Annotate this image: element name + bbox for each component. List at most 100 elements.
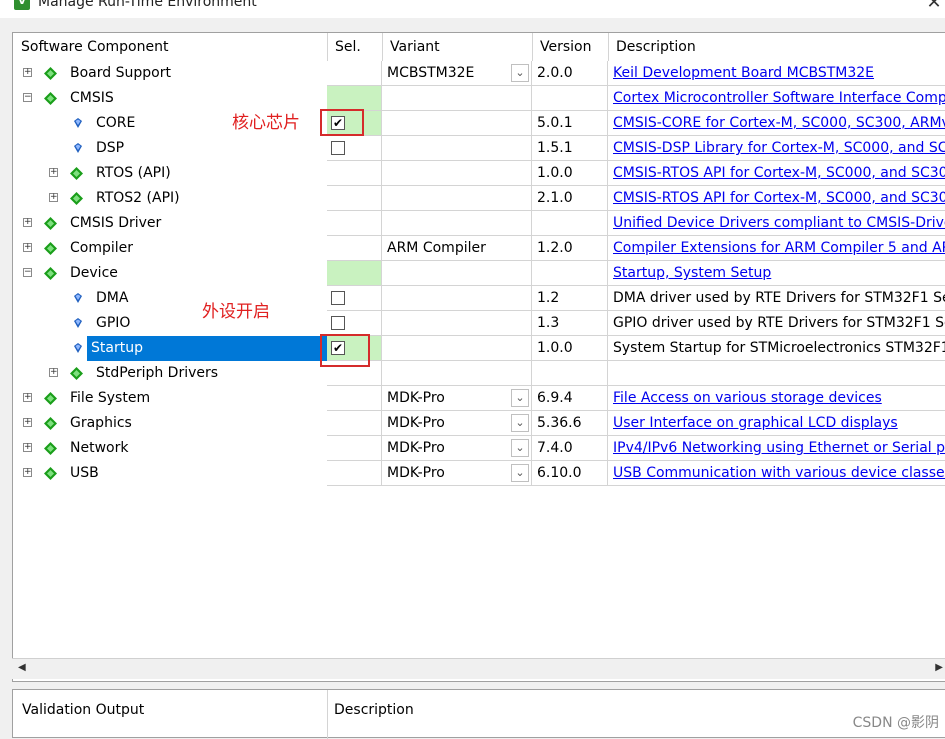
variant-value: MDK-Pro bbox=[387, 465, 445, 481]
variant-cell bbox=[382, 311, 532, 336]
component-row-dma[interactable]: DMA 1.2 DMA driver used by RTE Drivers for… bbox=[13, 286, 945, 311]
component-name[interactable]: CMSIS Driver bbox=[70, 211, 161, 236]
variant-cell[interactable]: MDK-Pro ⌄ bbox=[382, 436, 532, 461]
description-link[interactable]: User Interface on graphical LCD displays bbox=[613, 411, 898, 435]
component-name[interactable]: CORE bbox=[96, 111, 135, 136]
component-name[interactable]: Board Support bbox=[70, 61, 171, 86]
variant-cell bbox=[382, 361, 532, 386]
expand-icon[interactable]: + bbox=[23, 218, 32, 227]
variant-cell bbox=[382, 336, 532, 361]
column-header-component[interactable]: Software Component bbox=[13, 33, 327, 61]
select-checkbox[interactable] bbox=[331, 316, 345, 330]
component-name[interactable]: Network bbox=[70, 436, 128, 461]
expand-icon[interactable]: + bbox=[23, 443, 32, 452]
component-name[interactable]: RTOS (API) bbox=[96, 161, 171, 186]
component-row-compiler[interactable]: + Compiler ARM Compiler 1.2.0 Compiler Exten… bbox=[13, 236, 945, 261]
variant-cell[interactable]: MDK-Pro ⌄ bbox=[382, 461, 532, 486]
component-row-rtos2-api[interactable]: + RTOS2 (API) 2.1.0 CMSIS-RTOS API for Cort… bbox=[13, 186, 945, 211]
description-link[interactable]: Compiler Extensions for ARM Compiler 5 a… bbox=[613, 236, 945, 260]
description-link[interactable]: IPv4/IPv6 Networking using Ethernet or S… bbox=[613, 436, 945, 460]
component-name[interactable]: Graphics bbox=[70, 411, 132, 436]
title-bar: V Manage Run-Time Environment ✕ bbox=[0, 0, 945, 18]
annotation-box-core bbox=[320, 109, 364, 136]
component-row-startup[interactable]: Startup ✔ 1.0.0 System Startup for STMicroe… bbox=[13, 336, 945, 361]
variant-cell bbox=[382, 86, 532, 111]
component-name[interactable]: File System bbox=[70, 386, 150, 411]
expand-icon[interactable]: + bbox=[23, 468, 32, 477]
description-link[interactable]: CMSIS-RTOS API for Cortex-M, SC000, and … bbox=[613, 161, 945, 185]
version-cell: 5.0.1 bbox=[532, 111, 608, 136]
expand-icon[interactable]: + bbox=[23, 393, 32, 402]
description-link[interactable]: USB Communication with various device cl… bbox=[613, 461, 945, 485]
component-row-device[interactable]: − Device Startup, System Setup bbox=[13, 261, 945, 286]
expand-icon[interactable]: + bbox=[23, 68, 32, 77]
component-row-cmsis-driver[interactable]: + CMSIS Driver Unified Device Drivers comp… bbox=[13, 211, 945, 236]
watermark: CSDN @影阴 bbox=[852, 715, 939, 731]
expand-icon[interactable]: + bbox=[49, 168, 58, 177]
sel-cell bbox=[327, 286, 382, 311]
variant-cell bbox=[382, 261, 532, 286]
version-cell: 1.0.0 bbox=[532, 161, 608, 186]
variant-cell bbox=[382, 211, 532, 236]
component-name[interactable]: USB bbox=[70, 461, 99, 486]
component-bundle-icon bbox=[44, 442, 57, 455]
expand-icon[interactable]: + bbox=[49, 368, 58, 377]
description-link[interactable]: CMSIS-DSP Library for Cortex-M, SC000, a… bbox=[613, 136, 945, 160]
expand-icon[interactable]: + bbox=[23, 243, 32, 252]
version-cell: 6.10.0 bbox=[532, 461, 608, 486]
close-icon[interactable]: ✕ bbox=[925, 0, 943, 13]
expand-icon[interactable]: + bbox=[23, 418, 32, 427]
chevron-down-icon[interactable]: ⌄ bbox=[511, 389, 529, 407]
component-row-dsp[interactable]: DSP 1.5.1 CMSIS-DSP Library for Cortex-M, … bbox=[13, 136, 945, 161]
collapse-icon[interactable]: − bbox=[23, 268, 32, 277]
component-name[interactable]: DMA bbox=[96, 286, 128, 311]
select-checkbox[interactable] bbox=[331, 141, 345, 155]
description-link[interactable]: Startup, System Setup bbox=[613, 261, 771, 285]
scroll-left-icon[interactable]: ◀ bbox=[18, 662, 26, 673]
variant-cell[interactable]: MDK-Pro ⌄ bbox=[382, 411, 532, 436]
component-name[interactable]: GPIO bbox=[96, 311, 130, 336]
description-link[interactable]: CMSIS-CORE for Cortex-M, SC000, SC300, A… bbox=[613, 111, 945, 135]
component-name[interactable]: Device bbox=[70, 261, 118, 286]
component-row-file-system[interactable]: + File System MDK-Pro ⌄ 6.9.4 File Access on … bbox=[13, 386, 945, 411]
component-row-board-support[interactable]: + Board Support MCBSTM32E ⌄ 2.0.0 Keil Develo… bbox=[13, 61, 945, 86]
component-name[interactable]: RTOS2 (API) bbox=[96, 186, 180, 211]
column-header-description[interactable]: Description bbox=[608, 33, 945, 61]
component-row-gpio[interactable]: GPIO 1.3 GPIO driver used by RTE Drivers f… bbox=[13, 311, 945, 336]
description-link[interactable]: Cortex Microcontroller Software Interfac… bbox=[613, 86, 945, 110]
component-name[interactable]: StdPeriph Drivers bbox=[96, 361, 218, 386]
variant-cell[interactable]: MDK-Pro ⌄ bbox=[382, 386, 532, 411]
component-name[interactable]: Startup bbox=[87, 336, 327, 361]
component-row-graphics[interactable]: + Graphics MDK-Pro ⌄ 5.36.6 User Interface on… bbox=[13, 411, 945, 436]
variant-cell[interactable]: MCBSTM32E ⌄ bbox=[382, 61, 532, 86]
component-row-stdperiph-drivers[interactable]: + StdPeriph Drivers bbox=[13, 361, 945, 386]
component-row-cmsis[interactable]: − CMSIS Cortex Microcontroller Software In… bbox=[13, 86, 945, 111]
component-row-network[interactable]: + Network MDK-Pro ⌄ 7.4.0 IPv4/IPv6 Networkin… bbox=[13, 436, 945, 461]
collapse-icon[interactable]: − bbox=[23, 93, 32, 102]
chevron-down-icon[interactable]: ⌄ bbox=[511, 464, 529, 482]
chevron-down-icon[interactable]: ⌄ bbox=[511, 414, 529, 432]
column-header-version[interactable]: Version bbox=[532, 33, 608, 61]
component-name[interactable]: DSP bbox=[96, 136, 124, 161]
scroll-right-icon[interactable]: ▶ bbox=[935, 662, 943, 673]
select-checkbox[interactable] bbox=[331, 291, 345, 305]
component-name[interactable]: CMSIS bbox=[70, 86, 114, 111]
header-divider bbox=[608, 33, 609, 61]
component-row-rtos-api[interactable]: + RTOS (API) 1.0.0 CMSIS-RTOS API for Corte… bbox=[13, 161, 945, 186]
description-cell: Unified Device Drivers compliant to CMSI… bbox=[608, 211, 945, 236]
component-name[interactable]: Compiler bbox=[70, 236, 133, 261]
column-header-variant[interactable]: Variant bbox=[382, 33, 532, 61]
description-link[interactable]: File Access on various storage devices bbox=[613, 386, 882, 410]
expand-icon[interactable]: + bbox=[49, 193, 58, 202]
description-link[interactable]: Unified Device Drivers compliant to CMSI… bbox=[613, 211, 945, 235]
variant-cell bbox=[382, 111, 532, 136]
chevron-down-icon[interactable]: ⌄ bbox=[511, 439, 529, 457]
description-link[interactable]: Keil Development Board MCBSTM32E bbox=[613, 61, 874, 85]
description-link[interactable]: CMSIS-RTOS API for Cortex-M, SC000, and … bbox=[613, 186, 945, 210]
component-row-usb[interactable]: + USB MDK-Pro ⌄ 6.10.0 USB Communication with… bbox=[13, 461, 945, 486]
component-row-core[interactable]: CORE ✔ 5.0.1 CMSIS-CORE for Cortex-M, SC000… bbox=[13, 111, 945, 136]
horizontal-scrollbar[interactable]: ◀ ▶ bbox=[12, 658, 945, 679]
version-cell: 1.5.1 bbox=[532, 136, 608, 161]
chevron-down-icon[interactable]: ⌄ bbox=[511, 64, 529, 82]
column-header-sel[interactable]: Sel. bbox=[327, 33, 382, 61]
